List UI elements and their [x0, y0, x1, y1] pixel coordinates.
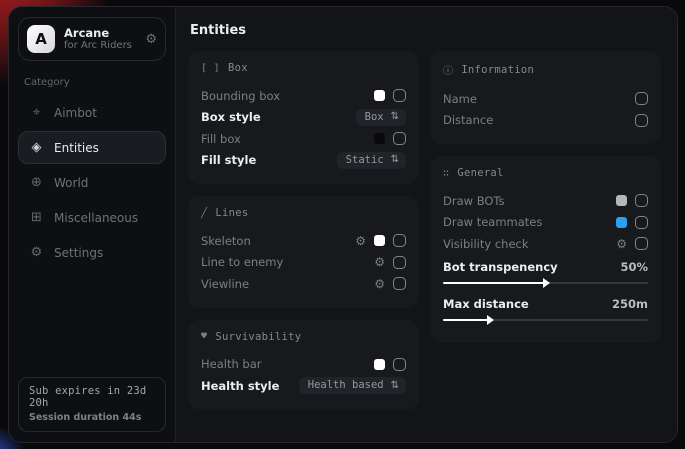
- brand-subtitle: for Arc Riders: [64, 40, 136, 53]
- sidebar-item-aimbot[interactable]: ⌖ Aimbot: [18, 96, 166, 129]
- health-style-dropdown[interactable]: Health based ⇅: [299, 377, 406, 394]
- brand-title: Arcane: [64, 26, 136, 40]
- main-content: Entities [ ] Box Bounding box: [176, 7, 677, 442]
- brand-logo: A: [27, 25, 55, 53]
- gear-icon[interactable]: ⚙: [616, 238, 627, 250]
- setting-row-line-to-enemy: Line to enemy ⚙: [201, 252, 406, 274]
- draw-teammates-checkbox[interactable]: [635, 216, 648, 229]
- fill-box-checkbox[interactable]: [393, 132, 406, 145]
- panel-general: ∷ General Draw BOTs Draw teammates: [430, 156, 661, 343]
- visibility-check-checkbox[interactable]: [635, 237, 648, 250]
- info-icon: ⓘ: [443, 62, 453, 77]
- draw-bots-checkbox[interactable]: [635, 194, 648, 207]
- sidebar-item-label: World: [54, 176, 88, 190]
- sidebar-item-world[interactable]: ⊕ World: [18, 166, 166, 199]
- page-title: Entities: [190, 23, 661, 38]
- setting-row-draw-bots: Draw BOTs: [443, 190, 648, 212]
- grid-icon: ⊞: [29, 210, 44, 225]
- setting-row-name: Name: [443, 88, 648, 110]
- bounding-box-checkbox[interactable]: [393, 89, 406, 102]
- line-icon: ╱: [201, 208, 207, 219]
- fill-style-dropdown[interactable]: Static ⇅: [337, 152, 406, 169]
- setting-row-health-style: Health style Health based ⇅: [201, 375, 406, 397]
- box-style-dropdown[interactable]: Box ⇅: [356, 109, 406, 126]
- distance-checkbox[interactable]: [635, 114, 648, 127]
- setting-row-draw-teammates: Draw teammates: [443, 212, 648, 234]
- category-label: Category: [24, 77, 160, 88]
- setting-row-box-style: Box style Box ⇅: [201, 107, 406, 129]
- color-swatch[interactable]: [374, 90, 385, 101]
- panel-title: General: [457, 167, 503, 179]
- sidebar-item-entities[interactable]: ◈ Entities: [18, 131, 166, 164]
- setting-row-skeleton: Skeleton ⚙: [201, 230, 406, 252]
- chevron-updown-icon: ⇅: [391, 111, 399, 122]
- viewline-checkbox[interactable]: [393, 277, 406, 290]
- app-window: A Arcane for Arc Riders ⚙ Category ⌖ Aim…: [8, 6, 678, 443]
- sidebar: A Arcane for Arc Riders ⚙ Category ⌖ Aim…: [9, 7, 176, 442]
- color-swatch[interactable]: [374, 133, 385, 144]
- box-corners-icon: [ ]: [201, 63, 220, 74]
- chevron-updown-icon: ⇅: [391, 154, 399, 165]
- entities-icon: ◈: [29, 140, 44, 155]
- color-swatch[interactable]: [374, 359, 385, 370]
- slider-value: 250m: [612, 297, 648, 311]
- setting-row-bot-transparency: Bot transpenency 50%: [443, 257, 648, 279]
- color-swatch[interactable]: [374, 235, 385, 246]
- panel-survivability: ♥ Survivability Health bar Health style: [188, 320, 419, 410]
- name-checkbox[interactable]: [635, 92, 648, 105]
- setting-row-visibility-check: Visibility check ⚙: [443, 233, 648, 255]
- grid-dots-icon: ∷: [443, 168, 449, 179]
- gear-icon[interactable]: ⚙: [374, 256, 385, 268]
- slider-thumb[interactable]: [487, 315, 494, 325]
- gear-icon[interactable]: ⚙: [355, 235, 366, 247]
- gear-icon: ⚙: [29, 245, 44, 260]
- panel-title: Information: [461, 64, 534, 76]
- setting-row-viewline: Viewline ⚙: [201, 273, 406, 295]
- setting-row-distance: Distance: [443, 110, 648, 132]
- sidebar-item-label: Settings: [54, 246, 103, 260]
- subscription-info-card: Sub expires in 23d 20h Session duration …: [18, 377, 166, 432]
- sidebar-item-label: Entities: [54, 141, 99, 155]
- gear-icon[interactable]: ⚙: [145, 32, 157, 47]
- sidebar-item-miscellaneous[interactable]: ⊞ Miscellaneous: [18, 201, 166, 234]
- setting-row-health-bar: Health bar: [201, 354, 406, 376]
- sidebar-item-settings[interactable]: ⚙ Settings: [18, 236, 166, 269]
- health-icon: ♥: [201, 331, 207, 342]
- chevron-updown-icon: ⇅: [391, 380, 399, 391]
- crosshair-icon: ⌖: [29, 105, 44, 120]
- slider-value: 50%: [620, 260, 648, 274]
- session-duration-text: Session duration 44s: [29, 412, 155, 423]
- panel-title: Lines: [215, 207, 248, 219]
- bot-transparency-slider[interactable]: [443, 279, 648, 287]
- world-icon: ⊕: [29, 175, 44, 190]
- color-swatch[interactable]: [616, 217, 627, 228]
- panel-box: [ ] Box Bounding box Box style Box: [188, 51, 419, 184]
- panel-title: Survivability: [215, 331, 301, 343]
- panel-information: ⓘ Information Name Distance: [430, 51, 661, 144]
- health-bar-checkbox[interactable]: [393, 358, 406, 371]
- sidebar-item-label: Aimbot: [54, 106, 97, 120]
- gear-icon[interactable]: ⚙: [374, 278, 385, 290]
- color-swatch[interactable]: [616, 195, 627, 206]
- panel-title: Box: [228, 62, 248, 74]
- setting-row-max-distance: Max distance 250m: [443, 293, 648, 315]
- setting-row-fill-box: Fill box: [201, 128, 406, 150]
- brand-card: A Arcane for Arc Riders ⚙: [18, 17, 166, 61]
- max-distance-slider[interactable]: [443, 316, 648, 324]
- setting-row-bounding-box: Bounding box: [201, 85, 406, 107]
- panel-lines: ╱ Lines Skeleton ⚙ Line to enemy: [188, 196, 419, 308]
- slider-thumb[interactable]: [543, 278, 550, 288]
- sub-expiry-text: Sub expires in 23d 20h: [29, 385, 155, 409]
- setting-row-fill-style: Fill style Static ⇅: [201, 150, 406, 172]
- sidebar-item-label: Miscellaneous: [54, 211, 138, 225]
- line-to-enemy-checkbox[interactable]: [393, 256, 406, 269]
- skeleton-checkbox[interactable]: [393, 234, 406, 247]
